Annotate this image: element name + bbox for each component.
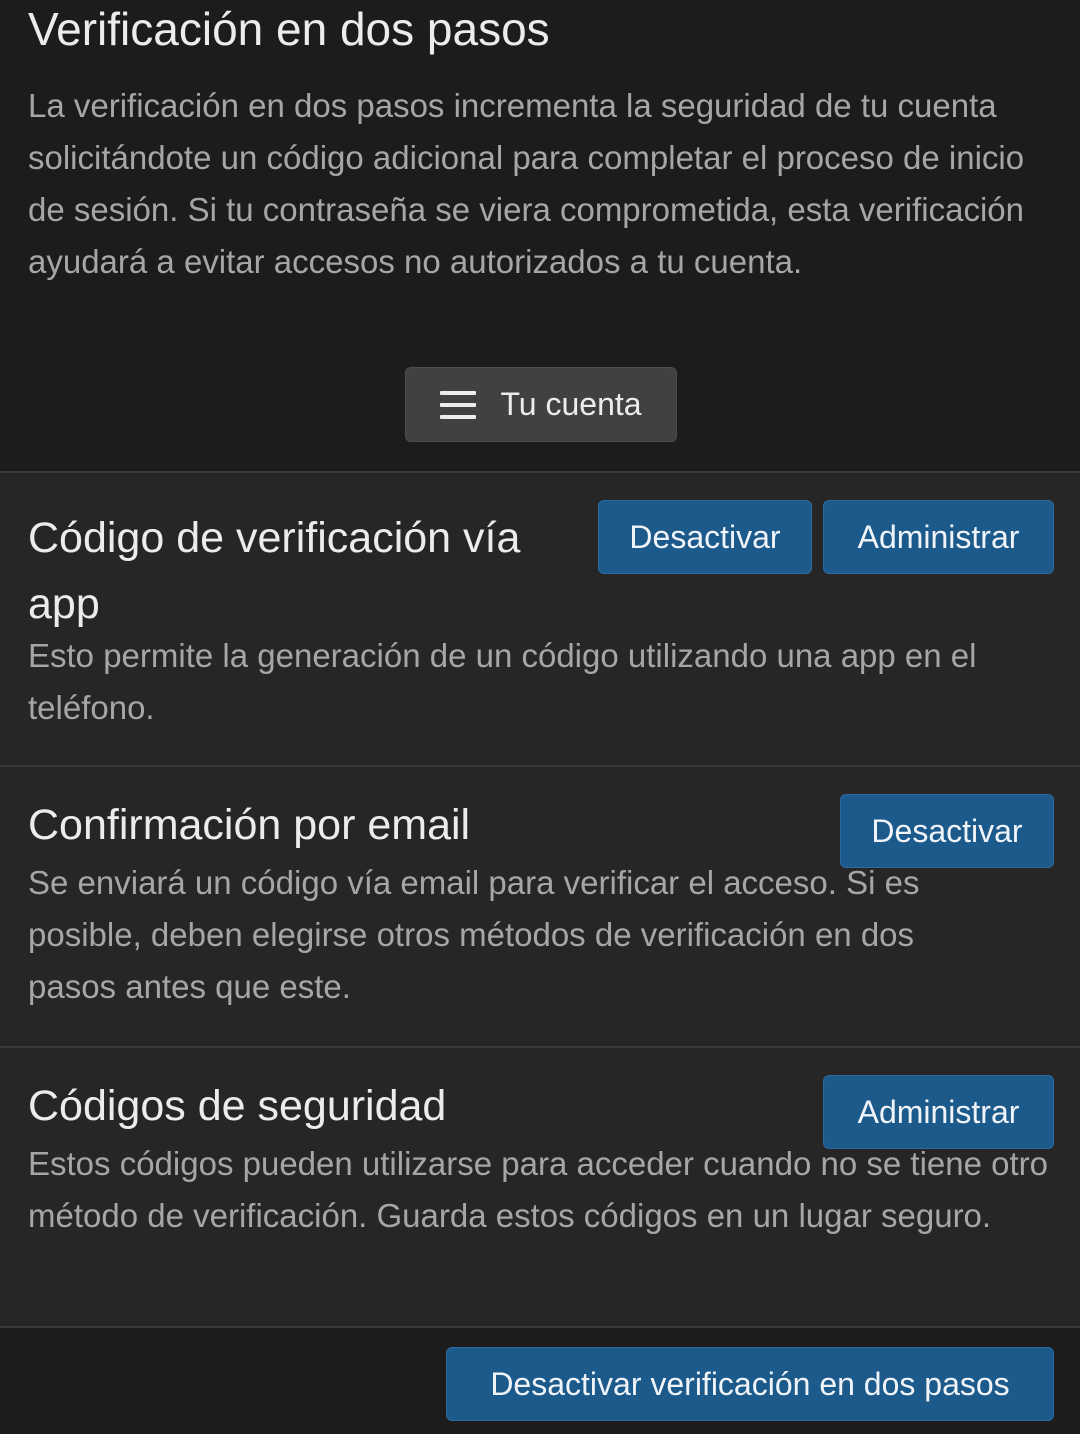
intro-text: La verificación en dos pasos incrementa … — [28, 87, 1025, 280]
your-account-button[interactable]: Tu cuenta — [405, 367, 677, 442]
your-account-label: Tu cuenta — [500, 386, 642, 422]
method-title: Confirmación por email — [28, 801, 471, 849]
method-backup-codes: Códigos de seguridad Estos códigos puede… — [0, 1048, 1080, 1328]
method-title: Códigos de seguridad — [28, 1082, 447, 1130]
menu-icon — [440, 390, 477, 420]
page-header: Verificación en dos pasos La verificació… — [0, 0, 1080, 473]
method-description: Estos códigos pueden utilizarse para acc… — [28, 1145, 1048, 1234]
method-title: Código de verificación vía app — [28, 514, 521, 628]
method-app-code: Código de verificación vía app Esto perm… — [0, 473, 1080, 767]
disable-app-code-button[interactable]: Desactivar — [598, 500, 812, 574]
page-footer: Desactivar verificación en dos pasos — [0, 1328, 1080, 1434]
manage-app-code-button[interactable]: Administrar — [823, 500, 1054, 574]
method-description: Esto permite la generación de un código … — [28, 637, 977, 726]
manage-backup-codes-button[interactable]: Administrar — [823, 1075, 1054, 1149]
page-title: Verificación en dos pasos — [28, 3, 550, 55]
disable-email-button[interactable]: Desactivar — [840, 794, 1054, 868]
method-email: Confirmación por email Se enviará un cód… — [0, 767, 1080, 1048]
method-description: Se enviará un código vía email para veri… — [28, 864, 920, 1005]
disable-two-step-button[interactable]: Desactivar verificación en dos pasos — [446, 1347, 1054, 1421]
